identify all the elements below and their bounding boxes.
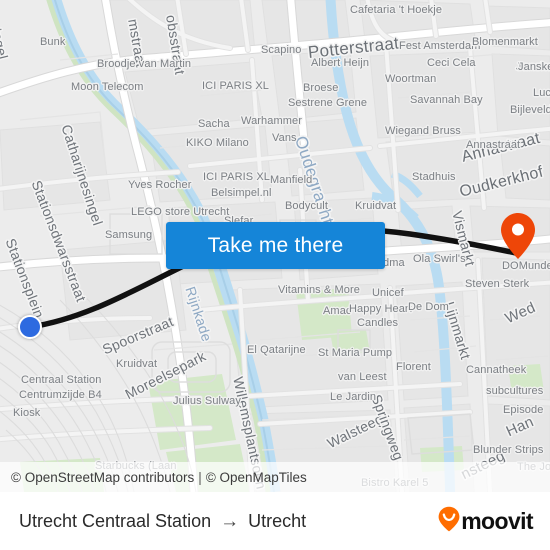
- poi-label: Le Jardin: [330, 391, 377, 403]
- poi-label: Centraal Station: [21, 374, 102, 386]
- moovit-pin-icon: [438, 506, 460, 537]
- poi-label: Fest Amsterdam: [399, 40, 481, 52]
- poi-label: van Leest: [338, 371, 387, 383]
- attribution-osm[interactable]: © OpenStreetMap contributors: [11, 470, 194, 485]
- poi-label: Vans: [272, 132, 297, 144]
- poi-label: subcultures: [486, 385, 544, 397]
- route-destination-label: Utrecht: [248, 510, 307, 531]
- poi-label: Woortman: [385, 73, 437, 85]
- poi-label: Episode: [503, 404, 544, 416]
- poi-label: Moon Telecom: [71, 81, 144, 93]
- poi-label: Kruidvat: [355, 200, 397, 212]
- arrow-right-icon: →: [220, 510, 240, 532]
- poi-label: Sacha: [198, 118, 230, 130]
- poi-label: El Qatarijne: [247, 344, 306, 356]
- poi-label: Broese: [303, 82, 339, 94]
- destination-pin-marker[interactable]: [500, 212, 536, 260]
- poi-label: Ceci Cela: [427, 57, 476, 69]
- poi-label: Blomenmarkt: [472, 36, 538, 48]
- poi-label: Belsimpel.nl: [211, 187, 272, 199]
- poi-label: DOMunder: [502, 260, 550, 272]
- poi-label: Ola Swirl's: [413, 253, 466, 265]
- attribution-separator: |: [198, 469, 202, 485]
- take-me-there-button[interactable]: Take me there: [166, 222, 385, 269]
- poi-label: Kruidvat: [116, 358, 158, 370]
- poi-label: dma: [383, 257, 405, 269]
- poi-label: LEGO store Utrecht: [131, 206, 230, 218]
- moovit-logo[interactable]: moovit: [438, 506, 534, 537]
- poi-label: Cannatheek: [466, 364, 527, 376]
- poi-label: KIKO Milano: [186, 137, 249, 149]
- poi-label: Bijleveld: [510, 104, 550, 116]
- poi-label: Bunk: [40, 36, 66, 48]
- moovit-wordmark: moovit: [461, 507, 533, 534]
- map-attribution: © OpenStreetMap contributors | © OpenMap…: [0, 462, 550, 492]
- poi-label: Broodje van Martin: [97, 58, 192, 70]
- poi-label: Vitamins & More: [278, 284, 360, 296]
- poi-label: Scapino: [261, 44, 302, 56]
- poi-label: Steven Sterk: [465, 278, 530, 290]
- poi-label: De Dom: [408, 301, 449, 313]
- poi-label: Julius Sulway: [173, 395, 241, 407]
- route-summary: Utrecht Centraal Station → Utrecht: [19, 511, 306, 532]
- poi-label: Samsung: [105, 229, 153, 241]
- poi-label: Manfield: [270, 174, 313, 186]
- poi-label: Warhammer: [241, 115, 302, 127]
- poi-label: Savannah Bay: [410, 94, 483, 106]
- poi-label: Candles: [357, 317, 399, 329]
- poi-label: Wiegand Bruss: [385, 125, 461, 137]
- poi-label: Florent: [396, 361, 431, 373]
- poi-label: Blunder Strips: [473, 444, 544, 456]
- poi-label: Stadhuis: [412, 171, 456, 183]
- poi-label: Cafetaria 't Hoekje: [350, 4, 443, 16]
- poi-label: ICI PARIS XL: [203, 171, 271, 183]
- poi-label: Centrumzijde B4: [19, 389, 102, 401]
- current-location-marker[interactable]: [18, 315, 42, 339]
- poi-label: Annastraat: [466, 139, 521, 151]
- poi-label: Sestrene Grene: [288, 97, 368, 109]
- poi-label: Albert Heijn: [311, 57, 370, 69]
- poi-label: Bodycult: [285, 200, 328, 212]
- poi-label: Yves Rocher: [128, 179, 192, 191]
- poi-label: St Maria Pump: [318, 347, 393, 359]
- route-origin-label: Utrecht Centraal Station: [19, 510, 212, 531]
- poi-label: Amac: [323, 305, 352, 317]
- poi-label: Kiosk: [13, 407, 41, 419]
- attribution-openmaptiles[interactable]: © OpenMapTiles: [206, 470, 307, 485]
- poi-label: Happy Heart: [349, 303, 412, 315]
- poi-label: Luc: [533, 87, 550, 99]
- poi-label: ICI PARIS XL: [202, 80, 270, 92]
- poi-label: Unicef: [372, 287, 404, 299]
- footer-bar: Utrecht Centraal Station → Utrecht moovi…: [0, 492, 550, 550]
- poi-label: Janskerk: [518, 61, 550, 73]
- map-canvas[interactable]: Catharijnesingel Stationsdwarsstraat Stati…: [0, 0, 550, 492]
- map-screen: Catharijnesingel Stationsdwarsstraat Stati…: [0, 0, 550, 550]
